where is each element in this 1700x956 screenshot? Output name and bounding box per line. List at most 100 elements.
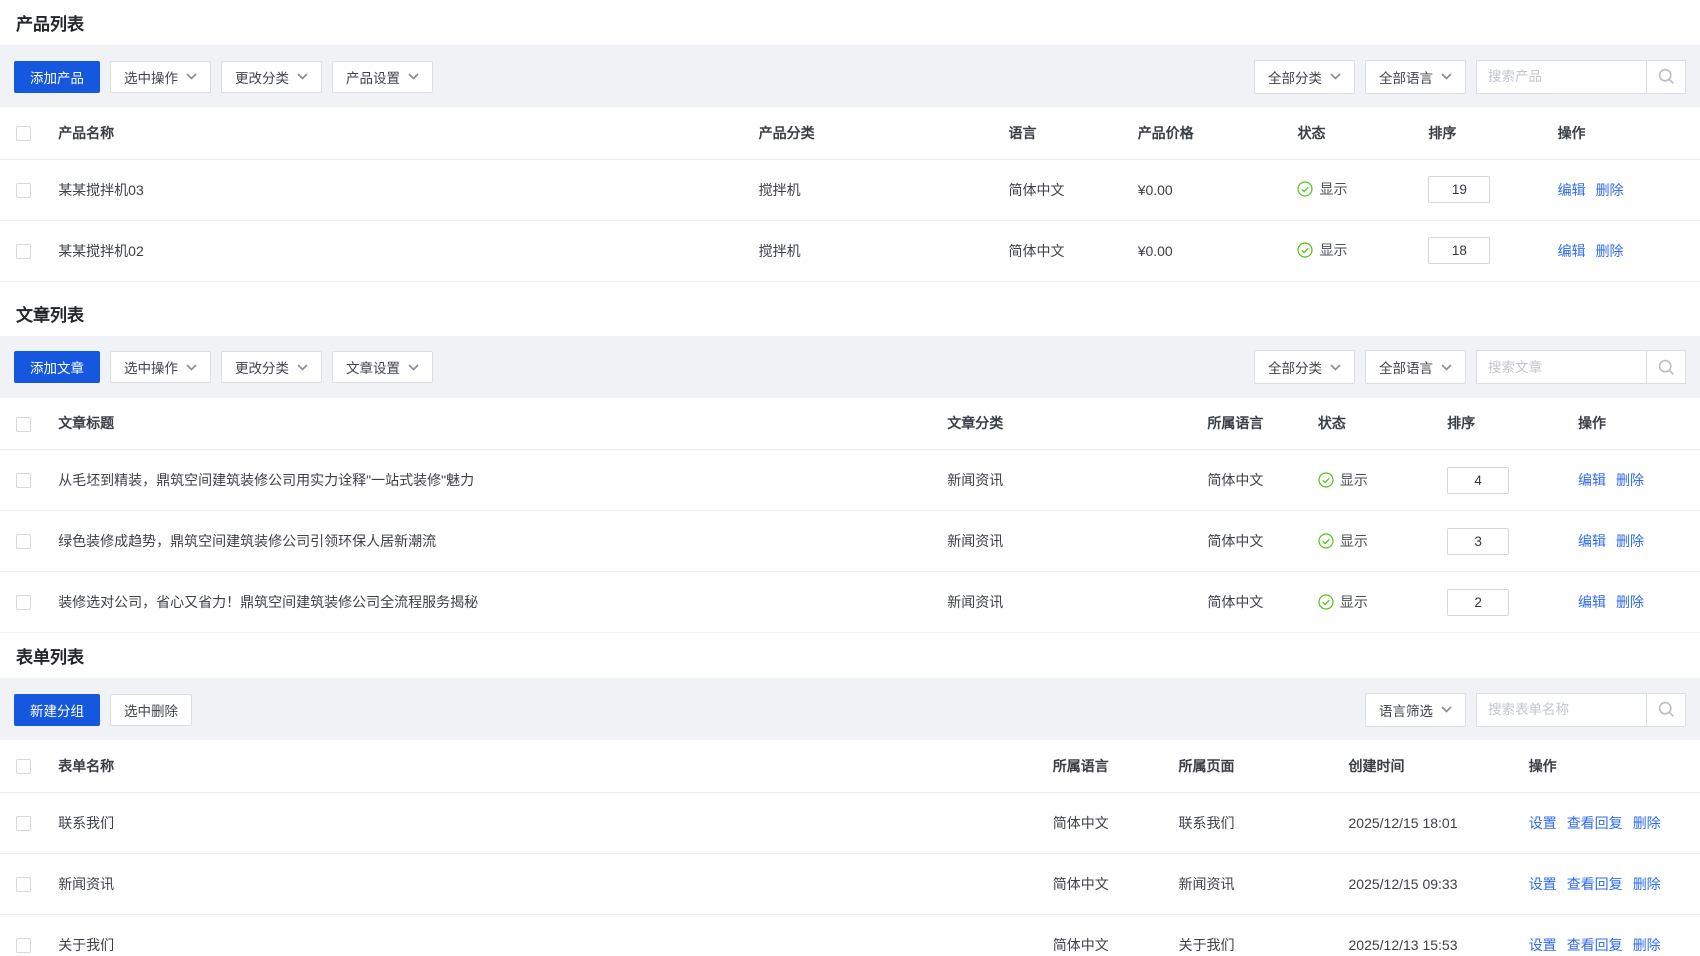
select-all-checkbox[interactable] (16, 417, 31, 432)
sort-input[interactable] (1428, 237, 1490, 264)
delete-link[interactable]: 删除 (1633, 937, 1661, 953)
column-header: 文章分类 (933, 398, 1193, 450)
column-header: 所属语言 (1039, 740, 1165, 792)
chevron-down-icon (408, 364, 419, 371)
products-toolbar: 添加产品 选中操作 更改分类 产品设置 全部分类 全部语言 (0, 46, 1700, 107)
search-form-input[interactable] (1476, 693, 1646, 727)
view-replies-link[interactable]: 查看回复 (1567, 876, 1623, 892)
cell-page: 联系我们 (1165, 792, 1335, 853)
table-row: 某某搅拌机02搅拌机简体中文¥0.00显示编辑删除 (0, 220, 1700, 281)
chevron-down-icon (297, 364, 308, 371)
search-button[interactable] (1646, 693, 1686, 727)
cell-title: 从毛坯到精装，鼎筑空间建筑装修公司用实力诠释"一站式装修"魅力 (44, 450, 933, 511)
category-filter-dropdown[interactable]: 全部分类 (1254, 60, 1355, 94)
chevron-down-icon (186, 73, 197, 80)
articles-toolbar: 添加文章 选中操作 更改分类 文章设置 全部分类 全部语言 (0, 337, 1700, 398)
row-checkbox[interactable] (16, 244, 31, 259)
search-article-input[interactable] (1476, 350, 1646, 384)
column-header: 产品分类 (745, 107, 995, 159)
column-header: 排序 (1414, 107, 1543, 159)
edit-link[interactable]: 编辑 (1558, 243, 1586, 259)
dropdown-label: 更改分类 (235, 357, 289, 377)
chevron-down-icon (1441, 364, 1452, 371)
sort-input[interactable] (1428, 176, 1490, 203)
cell-language: 简体中文 (1039, 853, 1165, 914)
status-text: 显示 (1340, 470, 1368, 490)
row-checkbox[interactable] (16, 534, 31, 549)
new-group-button[interactable]: 新建分组 (14, 694, 100, 726)
table-row: 某某搅拌机03搅拌机简体中文¥0.00显示编辑删除 (0, 159, 1700, 220)
delete-link[interactable]: 删除 (1596, 243, 1624, 259)
cell-language: 简体中文 (995, 220, 1124, 281)
delete-selected-button[interactable]: 选中删除 (110, 694, 192, 726)
sort-input[interactable] (1447, 467, 1509, 494)
row-checkbox[interactable] (16, 595, 31, 610)
delete-link[interactable]: 删除 (1633, 876, 1661, 892)
settings-link[interactable]: 设置 (1529, 876, 1557, 892)
view-replies-link[interactable]: 查看回复 (1567, 815, 1623, 831)
delete-link[interactable]: 删除 (1616, 533, 1644, 549)
search-button[interactable] (1646, 350, 1686, 384)
search-icon (1658, 701, 1675, 718)
cell-page: 关于我们 (1165, 914, 1335, 956)
settings-link[interactable]: 设置 (1529, 815, 1557, 831)
dropdown-label: 全部分类 (1268, 357, 1322, 377)
selected-actions-dropdown[interactable]: 选中操作 (110, 351, 211, 383)
change-category-dropdown[interactable]: 更改分类 (221, 351, 322, 383)
row-checkbox[interactable] (16, 877, 31, 892)
language-filter-dropdown[interactable]: 全部语言 (1365, 60, 1466, 94)
row-checkbox[interactable] (16, 816, 31, 831)
product-settings-dropdown[interactable]: 产品设置 (332, 61, 433, 93)
article-table: 文章标题文章分类所属语言状态排序操作 从毛坯到精装，鼎筑空间建筑装修公司用实力诠… (0, 398, 1700, 634)
select-all-checkbox[interactable] (16, 126, 31, 141)
add-article-button[interactable]: 添加文章 (14, 351, 100, 383)
cell-name: 某某搅拌机03 (44, 159, 744, 220)
page-title-forms: 表单列表 (0, 633, 1700, 679)
delete-link[interactable]: 删除 (1616, 594, 1644, 610)
cell-category: 新闻资讯 (933, 511, 1193, 572)
settings-link[interactable]: 设置 (1529, 937, 1557, 953)
status-badge: 显示 (1318, 592, 1368, 612)
row-checkbox[interactable] (16, 183, 31, 198)
edit-link[interactable]: 编辑 (1578, 533, 1606, 549)
category-filter-dropdown[interactable]: 全部分类 (1254, 350, 1355, 384)
language-filter-dropdown[interactable]: 语言筛选 (1365, 693, 1466, 727)
search-product-input[interactable] (1476, 60, 1646, 94)
delete-link[interactable]: 删除 (1616, 472, 1644, 488)
cell-title: 绿色装修成趋势，鼎筑空间建筑装修公司引领环保人居新潮流 (44, 511, 933, 572)
dropdown-label: 文章设置 (346, 357, 400, 377)
edit-link[interactable]: 编辑 (1578, 594, 1606, 610)
column-header: 创建时间 (1335, 740, 1515, 792)
view-replies-link[interactable]: 查看回复 (1567, 937, 1623, 953)
language-filter-dropdown[interactable]: 全部语言 (1365, 350, 1466, 384)
article-settings-dropdown[interactable]: 文章设置 (332, 351, 433, 383)
row-checkbox[interactable] (16, 473, 31, 488)
search-icon (1658, 359, 1675, 376)
select-all-checkbox[interactable] (16, 759, 31, 774)
row-checkbox[interactable] (16, 938, 31, 953)
search-button[interactable] (1646, 60, 1686, 94)
add-product-button[interactable]: 添加产品 (14, 61, 100, 93)
change-category-dropdown[interactable]: 更改分类 (221, 61, 322, 93)
edit-link[interactable]: 编辑 (1578, 472, 1606, 488)
page-title-products: 产品列表 (0, 0, 1700, 46)
cell-language: 简体中文 (1039, 914, 1165, 956)
status-badge: 显示 (1297, 179, 1347, 199)
dropdown-label: 全部分类 (1268, 67, 1322, 87)
status-visible-icon (1318, 472, 1334, 488)
status-badge: 显示 (1297, 240, 1347, 260)
table-row: 新闻资讯简体中文新闻资讯2025/12/15 09:33设置查看回复删除 (0, 853, 1700, 914)
selected-actions-dropdown[interactable]: 选中操作 (110, 61, 211, 93)
status-visible-icon (1297, 181, 1313, 197)
delete-link[interactable]: 删除 (1596, 182, 1624, 198)
cell-price: ¥0.00 (1124, 159, 1284, 220)
cell-language: 简体中文 (1193, 572, 1304, 633)
delete-link[interactable]: 删除 (1633, 815, 1661, 831)
cell-created: 2025/12/15 18:01 (1335, 792, 1515, 853)
table-row: 从毛坯到精装，鼎筑空间建筑装修公司用实力诠释"一站式装修"魅力新闻资讯简体中文显… (0, 450, 1700, 511)
cell-price: ¥0.00 (1124, 220, 1284, 281)
sort-input[interactable] (1447, 528, 1509, 555)
edit-link[interactable]: 编辑 (1558, 182, 1586, 198)
sort-input[interactable] (1447, 589, 1509, 616)
chevron-down-icon (1441, 706, 1452, 713)
